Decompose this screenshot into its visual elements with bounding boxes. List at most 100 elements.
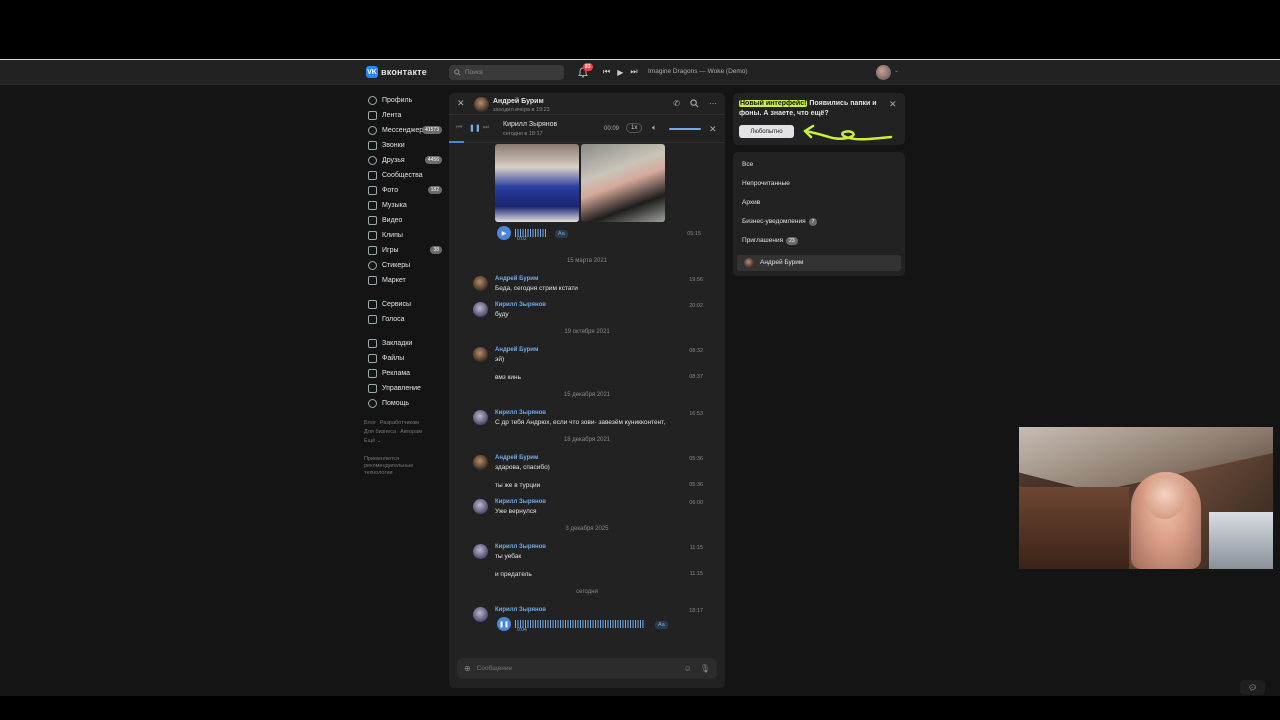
sidebar-item-label: Сервисы — [382, 301, 412, 308]
footer-link-authors[interactable]: Авторам — [400, 429, 422, 435]
curious-button[interactable]: Любопытно — [739, 125, 794, 138]
waveform[interactable] — [515, 620, 645, 628]
photo-attachment[interactable] — [495, 144, 579, 222]
sidebar-item-clips[interactable]: Клипы — [364, 228, 446, 243]
voice-player-bar: ⏮ ❚❚ ⏭ Кирилл Зырянов сегодня в 18:17 00… — [449, 116, 725, 143]
avatar[interactable] — [473, 302, 488, 317]
sidebar-item-photos[interactable]: Фото 182 — [364, 183, 446, 198]
footer-link-blog[interactable]: Блог — [364, 420, 376, 426]
speed-button[interactable]: 1x — [626, 123, 643, 133]
message-icon — [368, 126, 377, 135]
sidebar-item-messenger[interactable]: Мессенджер 41573 — [364, 123, 446, 138]
chat-item-name: Андрей Бурим — [760, 259, 804, 266]
selected-chat-item[interactable]: Андрей Бурим — [737, 255, 901, 271]
recommendation-note[interactable]: Применяются рекомендательные технологии — [364, 456, 434, 477]
sidebar-item-friends[interactable]: Друзья 4456 — [364, 153, 446, 168]
emoji-icon[interactable]: ☺ — [684, 664, 692, 673]
close-icon[interactable]: ✕ — [457, 98, 465, 109]
sidebar-item-games[interactable]: Игры 38 — [364, 243, 446, 258]
folder-business[interactable]: Бизнес-уведомления 7 — [742, 218, 818, 226]
photo-attachment[interactable] — [581, 144, 665, 222]
previous-track-icon[interactable]: ⏮ — [603, 67, 610, 77]
avatar[interactable] — [474, 97, 489, 112]
previous-icon[interactable]: ⏮ — [456, 124, 462, 132]
volume-slider[interactable] — [669, 128, 701, 130]
message-author[interactable]: Кирилл Зырянов — [495, 499, 546, 505]
chat-title[interactable]: Андрей Бурим — [493, 98, 544, 105]
message-author[interactable]: Кирилл Зырянов — [495, 544, 546, 550]
sidebar-item-calls[interactable]: Звонки — [364, 138, 446, 153]
volume-icon[interactable]: 🔈︎ — [652, 123, 657, 133]
message-author[interactable]: Андрей Бурим — [495, 455, 538, 461]
message-author[interactable]: Андрей Бурим — [495, 276, 538, 282]
current-track[interactable]: Imagine Dragons — Woke (Demo) — [648, 68, 748, 75]
sidebar-item-communities[interactable]: Сообщества — [364, 168, 446, 183]
folder-archive[interactable]: Архив — [742, 199, 760, 206]
vk-logo[interactable]: VK вконтакте — [366, 66, 427, 78]
attach-icon[interactable]: ⊕ — [464, 664, 471, 673]
close-icon[interactable]: ✕ — [889, 99, 897, 110]
microphone-icon[interactable]: 🎙︎ — [700, 664, 710, 673]
friends-icon — [368, 156, 377, 165]
play-icon[interactable]: ▶ — [617, 68, 623, 77]
message-group: Андрей Бурим здарова, спасибо) 05:36 ты … — [473, 455, 703, 489]
user-avatar[interactable] — [876, 65, 891, 80]
folder-all[interactable]: Все — [742, 161, 753, 168]
sidebar-item-profile[interactable]: Профиль — [364, 93, 446, 108]
chat-bubble-icon[interactable]: 💬︎ — [1240, 680, 1265, 695]
search-input[interactable] — [465, 69, 555, 76]
message-author[interactable]: Андрей Бурим — [495, 347, 538, 353]
sidebar-item-feed[interactable]: Лента — [364, 108, 446, 123]
sidebar-item-stickers[interactable]: Стикеры — [364, 258, 446, 273]
next-icon[interactable]: ⏭ — [483, 124, 489, 132]
sidebar-item-votes[interactable]: Голоса — [364, 312, 446, 327]
message-input[interactable] — [476, 665, 684, 672]
sidebar-item-management[interactable]: Управление — [364, 381, 446, 396]
folder-label: Приглашения — [742, 237, 784, 244]
more-icon[interactable]: ⋯ — [709, 99, 717, 108]
pause-icon[interactable]: ❚❚ — [497, 617, 511, 631]
search-icon[interactable] — [690, 99, 699, 108]
sidebar-item-label: Видео — [382, 217, 403, 224]
message-text: Уже вернулся — [495, 508, 537, 515]
chevron-down-icon[interactable]: ⌄ — [894, 67, 899, 74]
folder-unread[interactable]: Непрочитанные — [742, 180, 790, 187]
close-player-icon[interactable]: ✕ — [709, 124, 717, 135]
sidebar-item-bookmarks[interactable]: Закладки — [364, 336, 446, 351]
left-sidebar: Профиль Лента Мессенджер 41573 Звонки Дру… — [364, 93, 446, 477]
message-author[interactable]: Кирилл Зырянов — [495, 302, 546, 308]
search-box[interactable] — [449, 65, 564, 80]
sidebar-item-help[interactable]: Помощь — [364, 396, 446, 411]
phone-icon[interactable]: ✆ — [673, 99, 680, 108]
sidebar-item-video[interactable]: Видео — [364, 213, 446, 228]
play-icon[interactable]: ▶ — [497, 226, 511, 240]
sidebar-item-market[interactable]: Маркет — [364, 273, 446, 288]
sidebar-item-services[interactable]: Сервисы — [364, 297, 446, 312]
sidebar-item-music[interactable]: Музыка — [364, 198, 446, 213]
video-icon — [368, 216, 377, 225]
avatar[interactable] — [473, 410, 488, 425]
webcam-sofa — [1019, 487, 1129, 569]
footer-link-developers[interactable]: Разработчикам — [380, 420, 419, 426]
message-composer: ⊕ ☺ 🎙︎ — [457, 658, 717, 679]
sidebar-item-ads[interactable]: Реклама — [364, 366, 446, 381]
next-track-icon[interactable]: ⏭ — [630, 67, 637, 77]
pause-icon[interactable]: ❚❚ — [469, 124, 481, 132]
message-author[interactable]: Кирилл Зырянов — [495, 607, 546, 613]
message-author[interactable]: Кирилл Зырянов — [495, 410, 546, 416]
avatar[interactable] — [473, 544, 488, 559]
transcribe-button[interactable]: Aa — [555, 230, 568, 238]
avatar[interactable] — [473, 276, 488, 291]
avatar[interactable] — [473, 499, 488, 514]
avatar[interactable] — [473, 455, 488, 470]
message-time: 08:37 — [689, 374, 703, 380]
footer-link-business[interactable]: Для бизнеса — [364, 429, 396, 435]
chat-window: ✕ Андрей Бурим заходил вчера в 19:23 ✆ ⋯… — [449, 93, 725, 688]
transcribe-button[interactable]: Aa — [655, 621, 668, 629]
folder-invites[interactable]: Приглашения 23 — [742, 237, 798, 245]
audio-progress[interactable] — [449, 141, 465, 143]
avatar[interactable] — [473, 607, 488, 622]
footer-link-more[interactable]: Ещё ⌄ — [364, 438, 381, 444]
avatar[interactable] — [473, 347, 488, 362]
sidebar-item-files[interactable]: Файлы — [364, 351, 446, 366]
